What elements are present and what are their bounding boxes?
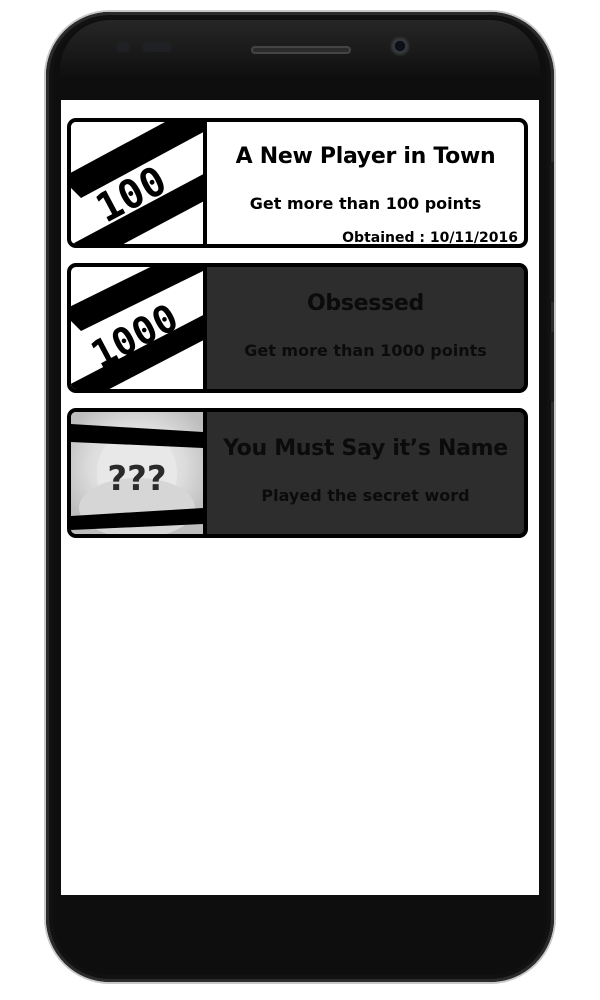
achievement-title: Obsessed	[307, 291, 424, 316]
obtained-date: Obtained : 10/11/2016	[342, 230, 518, 246]
earpiece-speaker	[251, 46, 351, 54]
badge-stripes: 1000	[71, 267, 203, 389]
achievement-card-secret-word[interactable]: ??? You Must Say it’s Name Played the se…	[67, 408, 528, 538]
achievement-card-1000-points[interactable]: 1000 Obsessed Get more than 1000 points	[67, 263, 528, 393]
phone-frame: 100 A New Player in Town Get more than 1…	[46, 12, 554, 982]
achievement-description: Get more than 1000 points	[244, 341, 487, 360]
achievement-description: Get more than 100 points	[249, 194, 482, 213]
achievement-description: Played the secret word	[261, 486, 470, 505]
light-sensor	[142, 42, 172, 52]
front-camera-icon	[390, 36, 410, 56]
achievement-title: You Must Say it’s Name	[223, 436, 508, 461]
badge-1000-icon: 1000	[71, 267, 207, 389]
badge-mystery-art: ???	[71, 412, 203, 534]
power-button	[550, 332, 554, 402]
badge-mystery-icon: ???	[71, 412, 207, 534]
badge-label: ???	[107, 459, 166, 499]
volume-button	[550, 162, 554, 302]
screen: 100 A New Player in Town Get more than 1…	[61, 100, 539, 895]
badge-stripes: 100	[71, 122, 203, 244]
proximity-sensor	[116, 42, 130, 52]
achievement-card-100-points[interactable]: 100 A New Player in Town Get more than 1…	[67, 118, 528, 248]
achievement-title: A New Player in Town	[235, 144, 496, 169]
badge-100-icon: 100	[71, 122, 207, 244]
